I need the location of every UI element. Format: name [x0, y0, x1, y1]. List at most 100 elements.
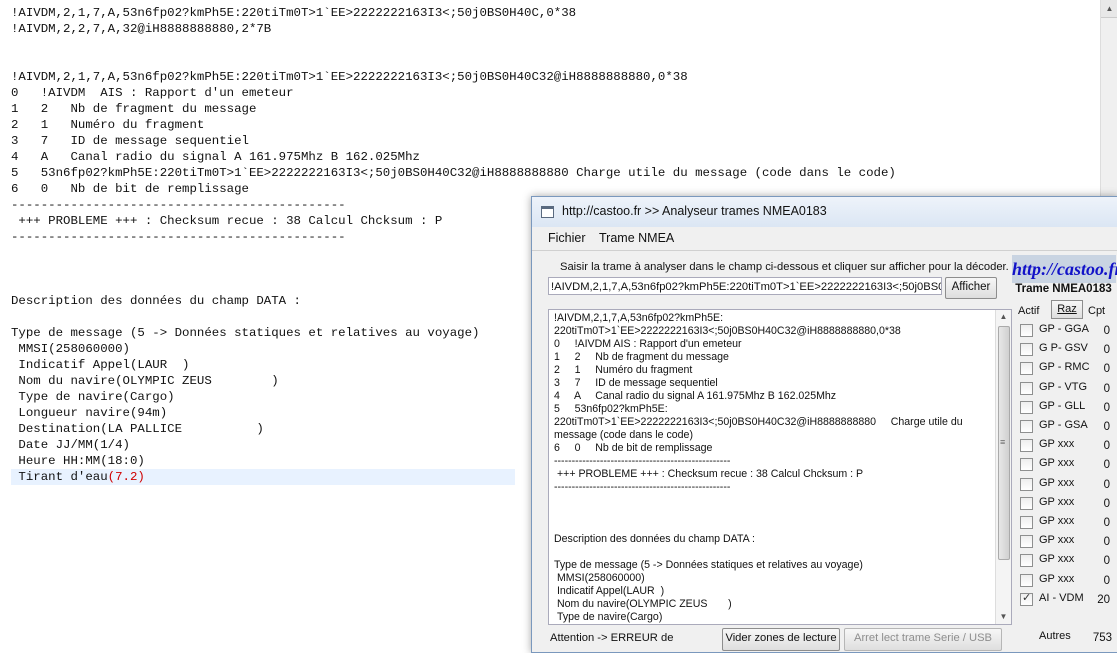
menu-bar: Fichier Trame NMEA	[532, 227, 1117, 249]
scroll-up-arrow-icon[interactable]: ▲	[996, 310, 1011, 324]
nmea-filter-label: GP - GLL	[1039, 399, 1086, 412]
output-text: !AIVDM,2,1,7,A,53n6fp02?kmPh5E: 220tiTm0…	[554, 312, 963, 623]
nmea-filter-checkbox[interactable]	[1020, 381, 1033, 395]
window-titlebar[interactable]: http://castoo.fr >> Analyseur trames NME…	[532, 197, 1117, 228]
output-scrollbar[interactable]: ▲ ▼	[995, 310, 1011, 624]
nmea-filter-count: 0	[1103, 555, 1110, 568]
nmea-filter-count: 0	[1103, 574, 1110, 587]
nmea-filter-checkbox[interactable]	[1020, 362, 1033, 376]
nmea-filter-count: 0	[1103, 325, 1110, 337]
nmea-filter-count: 0	[1103, 459, 1110, 472]
nmea-panel-title: Trame NMEA0183	[1015, 283, 1112, 295]
trame-input[interactable]: !AIVDM,2,1,7,A,53n6fp02?kmPh5E:220tiTm0T…	[548, 277, 942, 295]
nmea-filter-checkbox[interactable]	[1020, 554, 1033, 568]
editor-line: Heure HH:MM(18:0)	[11, 454, 145, 468]
editor-line-value: (7.2)	[107, 470, 145, 484]
nmea-filter-count: 0	[1103, 497, 1110, 510]
castoo-logo: http://castoo.fr	[1012, 255, 1117, 283]
nmea-filter-label: GP xxx	[1039, 515, 1075, 527]
nmea-filter-count: 20	[1097, 593, 1110, 606]
editor-line: Description des données du champ DATA :	[11, 294, 301, 308]
nmea-filter-row: GP - RMC 0	[1018, 360, 1110, 379]
nmea-filter-label: AI - VDM	[1039, 591, 1084, 604]
nmea-filter-label: GP xxx	[1039, 457, 1075, 470]
editor-line: Type de message (5 -> Données statiques …	[11, 326, 480, 340]
nmea-filter-row: GP - GSA 0	[1018, 418, 1110, 437]
scroll-thumb[interactable]	[998, 326, 1010, 560]
raz-button[interactable]: Raz	[1051, 300, 1083, 319]
editor-line: !AIVDM,2,1,7,A,53n6fp02?kmPh5E:220tiTm0T…	[11, 6, 577, 20]
editor-line: 1 2 Nb de fragment du message	[11, 102, 257, 116]
nmea-filter-label: GP xxx	[1039, 495, 1075, 508]
nmea-filter-label: G P- GSV	[1039, 342, 1088, 355]
nmea-filter-checkbox[interactable]	[1020, 573, 1033, 587]
nmea-filter-count: 0	[1103, 382, 1110, 395]
afficher-button[interactable]: Afficher	[945, 277, 997, 299]
nmea-filter-count: 0	[1103, 421, 1110, 433]
nmea-filter-checkbox[interactable]	[1020, 477, 1033, 491]
nmea-filter-checkbox[interactable]	[1020, 343, 1033, 357]
window-title: http://castoo.fr >> Analyseur trames NME…	[562, 204, 827, 218]
menu-trame-nmea[interactable]: Trame NMEA	[599, 231, 674, 245]
nmea-filter-count: 0	[1103, 440, 1110, 453]
editor-line: 4 A Canal radio du signal A 161.975Mhz B…	[11, 150, 420, 164]
editor-line: ----------------------------------------…	[11, 230, 346, 244]
menu-fichier[interactable]: Fichier	[548, 231, 586, 245]
editor-line: !AIVDM,2,1,7,A,53n6fp02?kmPh5E:220tiTm0T…	[11, 70, 688, 84]
editor-line: 3 7 ID de message sequentiel	[11, 134, 249, 148]
nmea-filter-count: 0	[1103, 401, 1110, 414]
nmea-filter-row: GP xxx 0	[1018, 552, 1110, 571]
nmea-filter-row: AI - VDM 20	[1018, 591, 1110, 610]
editor-line-current: Tirant d'eau(7.2)	[11, 469, 515, 485]
nmea-filter-label: GP xxx	[1039, 534, 1075, 547]
output-textarea[interactable]: !AIVDM,2,1,7,A,53n6fp02?kmPh5E: 220tiTm0…	[548, 309, 1012, 625]
editor-line: Longueur navire(94m)	[11, 406, 168, 420]
instructions-text: Saisir la trame à analyser dans le champ…	[560, 261, 1009, 273]
nmea-filter-row: GP xxx 0	[1018, 514, 1110, 533]
nmea-filter-checkbox[interactable]	[1020, 324, 1033, 337]
autres-count: 753	[1092, 632, 1112, 644]
nmea-filter-count: 0	[1103, 478, 1110, 491]
nmea-filter-row: GP xxx 0	[1018, 437, 1110, 456]
nmea-filter-checkbox[interactable]	[1020, 591, 1033, 606]
editor-line: Type de navire(Cargo)	[11, 390, 175, 404]
editor-line: Indicatif Appel(LAUR )	[11, 358, 190, 372]
nmea-filter-checkbox[interactable]	[1020, 496, 1033, 510]
editor-line: Nom du navire(OLYMPIC ZEUS )	[11, 374, 279, 388]
nmea-filter-checkbox[interactable]	[1020, 439, 1033, 453]
nmea-filter-row: GP xxx 0	[1018, 456, 1110, 475]
editor-line: !AIVDM,2,2,7,A,32@iH8888888880,2*7B	[11, 22, 272, 36]
analyzer-window: http://castoo.fr >> Analyseur trames NME…	[531, 196, 1117, 653]
nmea-filter-label: GP xxx	[1039, 476, 1075, 489]
scroll-down-arrow-icon[interactable]: ▼	[996, 610, 1011, 624]
editor-line: +++ PROBLEME +++ : Checksum recue : 38 C…	[11, 214, 443, 228]
vider-zones-button[interactable]: Vider zones de lecture	[722, 628, 840, 651]
cpt-column-header: Cpt	[1088, 305, 1106, 317]
editor-line: ----------------------------------------…	[11, 198, 346, 212]
editor-line-text: Tirant d'eau	[11, 470, 108, 484]
nmea-filter-count: 0	[1103, 536, 1110, 549]
scroll-up-arrow-icon[interactable]: ▲	[1101, 0, 1117, 18]
nmea-filter-row: GP xxx 0	[1018, 476, 1110, 495]
nmea-filter-count: 0	[1103, 344, 1110, 357]
editor-line: 6 0 Nb de bit de remplissage	[11, 182, 249, 196]
nmea-filter-checkbox[interactable]	[1020, 535, 1033, 549]
menu-divider	[532, 250, 1117, 251]
nmea-filter-count: 0	[1103, 517, 1110, 529]
nmea-filter-checkbox[interactable]	[1020, 420, 1033, 433]
nmea-filter-checkbox[interactable]	[1020, 516, 1033, 529]
editor-line: 5 53n6fp02?kmPh5E:220tiTm0T>1`EE>2222222…	[11, 166, 896, 180]
nmea-filter-row: GP - GLL 0	[1018, 399, 1110, 418]
editor-line: 0 !AIVDM AIS : Rapport d'un emeteur	[11, 86, 294, 100]
editor-line: Destination(LA PALLICE )	[11, 422, 264, 436]
nmea-filter-label: GP - GGA	[1039, 323, 1089, 335]
editor-line: Date JJ/MM(1/4)	[11, 438, 130, 452]
nmea-filter-label: GP - RMC	[1039, 361, 1090, 374]
nmea-filter-checkbox[interactable]	[1020, 400, 1033, 414]
nmea-filter-label: GP - VTG	[1039, 380, 1088, 393]
nmea-filter-label: GP xxx	[1039, 553, 1075, 566]
actif-column-header: Actif	[1018, 305, 1040, 317]
editor-line: MMSI(258060000)	[11, 342, 130, 356]
nmea-filter-checkbox[interactable]	[1020, 458, 1033, 472]
arret-lecture-button[interactable]: Arret lect trame Serie / USB	[844, 628, 1002, 651]
